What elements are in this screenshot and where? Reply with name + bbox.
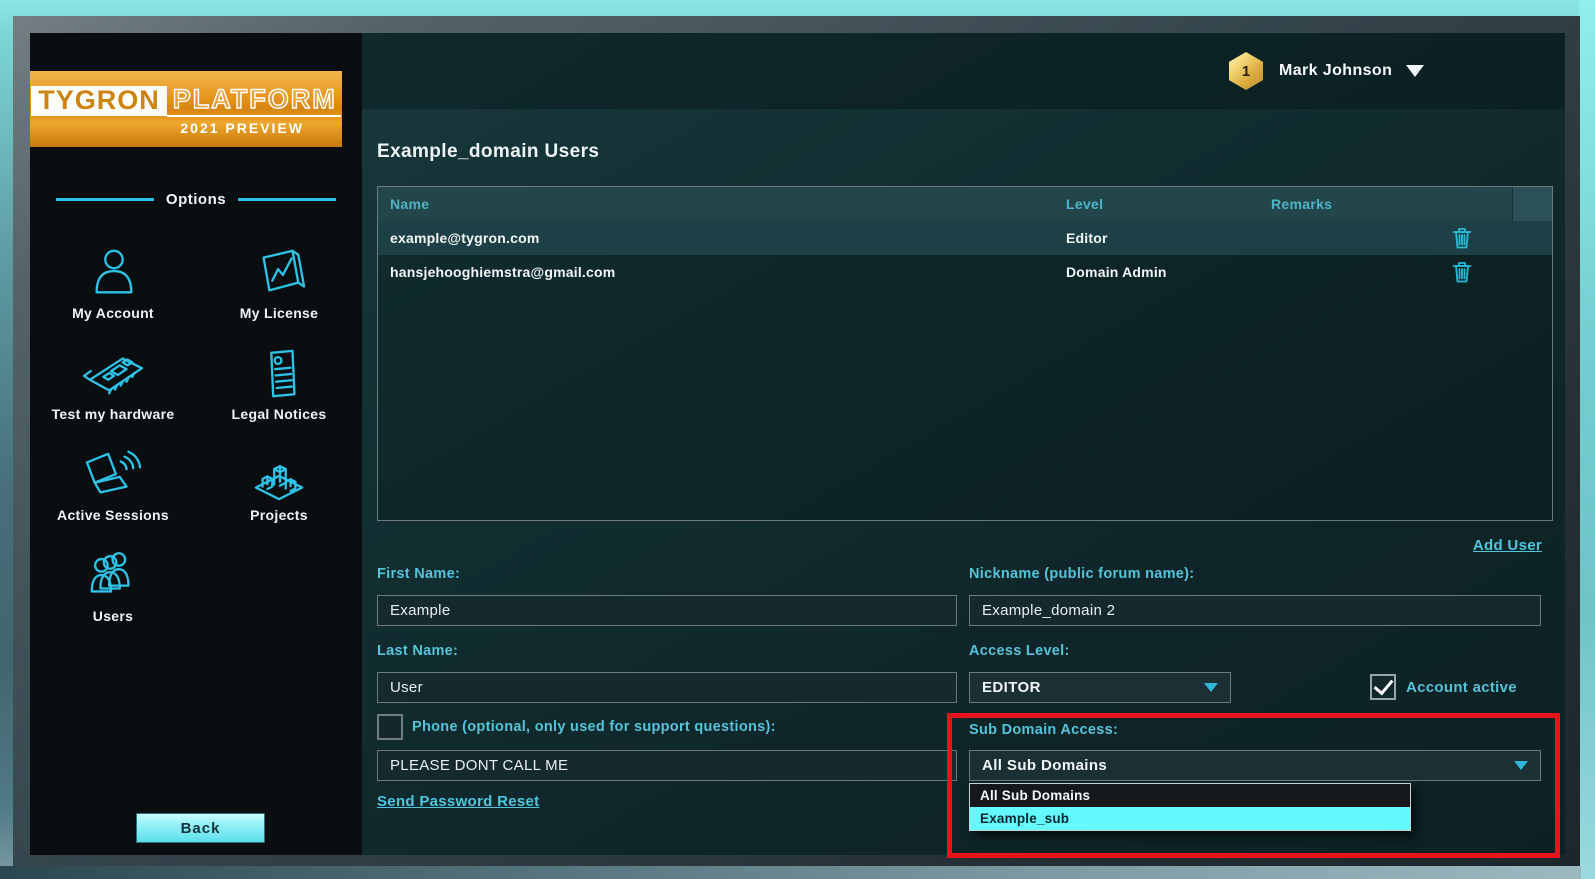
desktop-background-bottom: [0, 866, 1581, 879]
options-title: Options: [166, 191, 226, 208]
sub-domain-value: All Sub Domains: [982, 757, 1107, 774]
cell-level: Editor: [1054, 221, 1259, 255]
first-name-label: First Name:: [377, 566, 460, 582]
phone-input[interactable]: [377, 750, 957, 781]
document-icon: [248, 347, 310, 401]
logo-platform-text: PLATFORM: [167, 85, 341, 117]
window-content: TYGRON PLATFORM 2021 PREVIEW Options My …: [30, 33, 1565, 855]
dropdown-option-all-sub-domains[interactable]: All Sub Domains: [970, 784, 1410, 807]
nav-grid-empty-cell: [196, 523, 362, 624]
sub-domain-access-label: Sub Domain Access:: [969, 722, 1118, 738]
user-menu[interactable]: 1 Mark Johnson: [1229, 52, 1424, 90]
cell-name: hansjehooghiemstra@gmail.com: [378, 255, 1054, 289]
column-header-remarks: Remarks: [1259, 187, 1512, 221]
sidebar-item-label: My License: [240, 305, 318, 321]
sidebar-item-label: Legal Notices: [232, 406, 327, 422]
main-panel: 1 Mark Johnson Example_domain Users Name…: [362, 33, 1565, 855]
nickname-input[interactable]: [969, 595, 1541, 626]
delete-user-button[interactable]: [1452, 227, 1472, 249]
phone-label: Phone (optional, only used for support q…: [412, 719, 776, 735]
divider-line-right: [238, 198, 336, 201]
sidebar-item-label: Projects: [250, 507, 308, 523]
dropdown-arrow-icon: [1204, 683, 1218, 692]
account-active-label: Account active: [1406, 679, 1517, 696]
logo-tygron-text: TYGRON: [31, 86, 167, 116]
send-password-reset-link[interactable]: Send Password Reset: [377, 793, 539, 810]
options-section-header: Options: [30, 191, 362, 208]
dropdown-option-example-sub[interactable]: Example_sub: [970, 807, 1410, 830]
user-level-badge: 1: [1229, 52, 1263, 90]
cell-name: example@tygron.com: [378, 221, 1054, 255]
sidebar-item-label: My Account: [72, 305, 154, 321]
person-icon: [82, 246, 144, 300]
sub-domain-dropdown-list: All Sub Domains Example_sub: [969, 783, 1411, 831]
chevron-down-icon: [1406, 65, 1424, 77]
tygron-platform-logo: TYGRON PLATFORM 2021 PREVIEW: [30, 71, 342, 147]
cell-level: Domain Admin: [1054, 255, 1259, 289]
window-frame: TYGRON PLATFORM 2021 PREVIEW Options My …: [13, 16, 1580, 866]
nickname-label: Nickname (public forum name):: [969, 566, 1194, 582]
divider-line-left: [56, 198, 154, 201]
sub-domain-select[interactable]: All Sub Domains: [969, 750, 1541, 781]
first-name-input[interactable]: [377, 595, 957, 626]
sidebar-item-projects[interactable]: Projects: [196, 422, 362, 523]
delete-user-button[interactable]: [1452, 261, 1472, 283]
phone-checkbox[interactable]: [377, 714, 403, 740]
back-button[interactable]: Back: [136, 813, 265, 843]
sidebar-item-my-account[interactable]: My Account: [30, 220, 196, 321]
cell-spacer: [1512, 221, 1552, 255]
table-header-row: Name Level Remarks: [378, 187, 1552, 221]
sidebar-item-legal-notices[interactable]: Legal Notices: [196, 321, 362, 422]
access-level-label: Access Level:: [969, 643, 1070, 659]
last-name-label: Last Name:: [377, 643, 458, 659]
sidebar-item-label: Users: [93, 608, 133, 624]
cell-remarks: [1259, 255, 1512, 289]
page-title: Example_domain Users: [377, 141, 599, 163]
user-name: Mark Johnson: [1279, 62, 1392, 80]
desktop-background-right: [1579, 0, 1595, 879]
column-header-name: Name: [378, 187, 1054, 221]
sidebar-item-my-license[interactable]: My License: [196, 220, 362, 321]
add-user-link[interactable]: Add User: [1473, 537, 1542, 554]
cell-spacer: [1512, 255, 1552, 289]
sidebar: TYGRON PLATFORM 2021 PREVIEW Options My …: [30, 33, 362, 855]
users-table: Name Level Remarks example@tygron.com Ed…: [377, 186, 1553, 521]
table-row[interactable]: hansjehooghiemstra@gmail.com Domain Admi…: [378, 255, 1552, 289]
sidebar-item-test-hardware[interactable]: Test my hardware: [30, 321, 196, 422]
buildings-icon: [248, 448, 310, 502]
sidebar-item-label: Test my hardware: [52, 406, 175, 422]
dropdown-arrow-icon: [1514, 761, 1528, 770]
cell-remarks: [1259, 221, 1512, 255]
access-level-value: EDITOR: [982, 679, 1041, 696]
sidebar-item-active-sessions[interactable]: Active Sessions: [30, 422, 196, 523]
hardware-card-icon: [74, 347, 152, 401]
sidebar-nav-grid: My Account My License: [30, 220, 362, 624]
last-name-input[interactable]: [377, 672, 957, 703]
logo-wordmark: TYGRON PLATFORM: [40, 85, 332, 117]
license-chart-icon: [248, 246, 310, 300]
user-group-icon: [80, 547, 146, 603]
table-scroll-corner: [1512, 187, 1552, 221]
laptop-signal-icon: [77, 448, 149, 502]
sidebar-item-users[interactable]: Users: [30, 523, 196, 624]
account-active-checkbox[interactable]: [1370, 674, 1396, 700]
logo-preview-text: 2021 PREVIEW: [40, 120, 332, 136]
table-row[interactable]: example@tygron.com Editor: [378, 221, 1552, 255]
sidebar-item-label: Active Sessions: [57, 507, 169, 523]
column-header-level: Level: [1054, 187, 1259, 221]
access-level-select[interactable]: EDITOR: [969, 672, 1231, 703]
